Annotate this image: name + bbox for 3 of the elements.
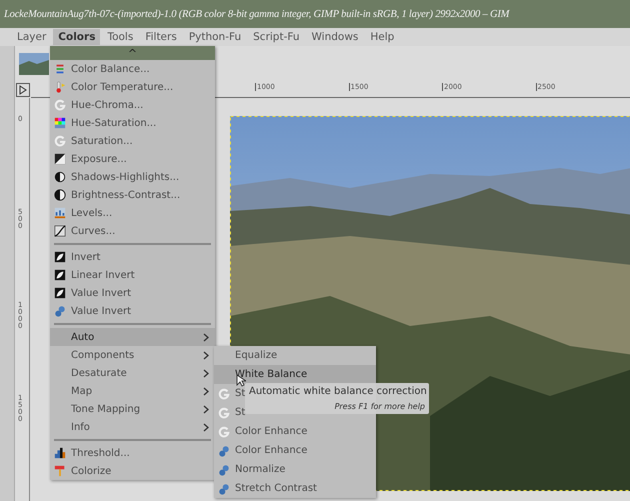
tooltip-text: Automatic white balance correction	[249, 386, 425, 397]
help-hint: Press F1 for more help	[334, 402, 425, 411]
window-title: LockeMountainAug7th-07c-(imported)-1.0 (RGB color 8-bit gamma integer, GIMP built-in sRGB, 1 layer) 2992x2000 – GIM	[0, 0, 630, 28]
